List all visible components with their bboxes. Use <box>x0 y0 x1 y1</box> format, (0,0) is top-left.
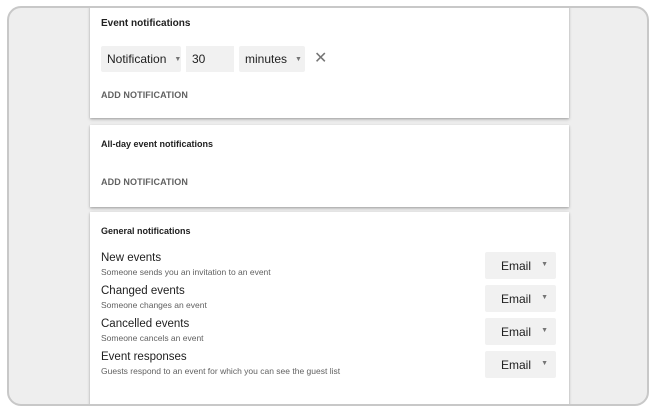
select-value: Email <box>501 258 532 273</box>
select-value: Email <box>501 291 532 306</box>
event-notifications-card: Event notifications Notification ▼ minut… <box>90 8 569 118</box>
select-value: Notification <box>107 52 167 66</box>
notification-amount-input[interactable] <box>186 46 234 72</box>
notification-method-select[interactable]: Email ▼ <box>485 351 556 378</box>
card-title: General notifications <box>101 226 191 236</box>
notification-unit-select[interactable]: minutes ▼ <box>239 46 305 72</box>
notification-row-changed-events: Changed events Someone changes an event … <box>101 285 558 315</box>
row-title: New events <box>101 252 162 264</box>
general-notifications-card: General notifications New events Someone… <box>90 212 569 404</box>
row-subtitle: Someone cancels an event <box>101 333 204 343</box>
select-value: minutes <box>245 52 288 66</box>
row-subtitle: Guests respond to an event for which you… <box>101 366 341 376</box>
notification-row-cancelled-events: Cancelled events Someone cancels an even… <box>101 318 558 348</box>
add-notification-link[interactable]: ADD NOTIFICATION <box>101 90 188 100</box>
caret-down-icon: ▼ <box>541 294 548 301</box>
notification-row-new-events: New events Someone sends you an invitati… <box>101 252 558 282</box>
caret-down-icon: ▼ <box>541 261 548 268</box>
notification-type-select[interactable]: Notification ▼ <box>101 46 181 72</box>
add-notification-link[interactable]: ADD NOTIFICATION <box>101 177 188 187</box>
row-subtitle: Someone changes an event <box>101 300 207 310</box>
select-value: Email <box>501 324 532 339</box>
card-title: Event notifications <box>101 18 191 29</box>
settings-window: Event notifications Notification ▼ minut… <box>7 6 649 406</box>
allday-notifications-card: All-day event notifications ADD NOTIFICA… <box>90 125 569 207</box>
notification-method-select[interactable]: Email ▼ <box>485 285 556 312</box>
caret-down-icon: ▼ <box>174 55 182 63</box>
row-subtitle: Someone sends you an invitation to an ev… <box>101 267 271 277</box>
caret-down-icon: ▼ <box>295 55 302 63</box>
caret-down-icon: ▼ <box>541 327 548 334</box>
caret-down-icon: ▼ <box>541 360 548 367</box>
notification-method-select[interactable]: Email ▼ <box>485 252 556 279</box>
close-icon[interactable]: ✕ <box>314 51 327 67</box>
notification-method-select[interactable]: Email ▼ <box>485 318 556 345</box>
row-title: Changed events <box>101 285 185 297</box>
row-title: Cancelled events <box>101 318 190 330</box>
select-value: Email <box>501 357 532 372</box>
notification-row-event-responses: Event responses Guests respond to an eve… <box>101 351 558 381</box>
card-title: All-day event notifications <box>101 139 214 149</box>
row-title: Event responses <box>101 351 187 363</box>
